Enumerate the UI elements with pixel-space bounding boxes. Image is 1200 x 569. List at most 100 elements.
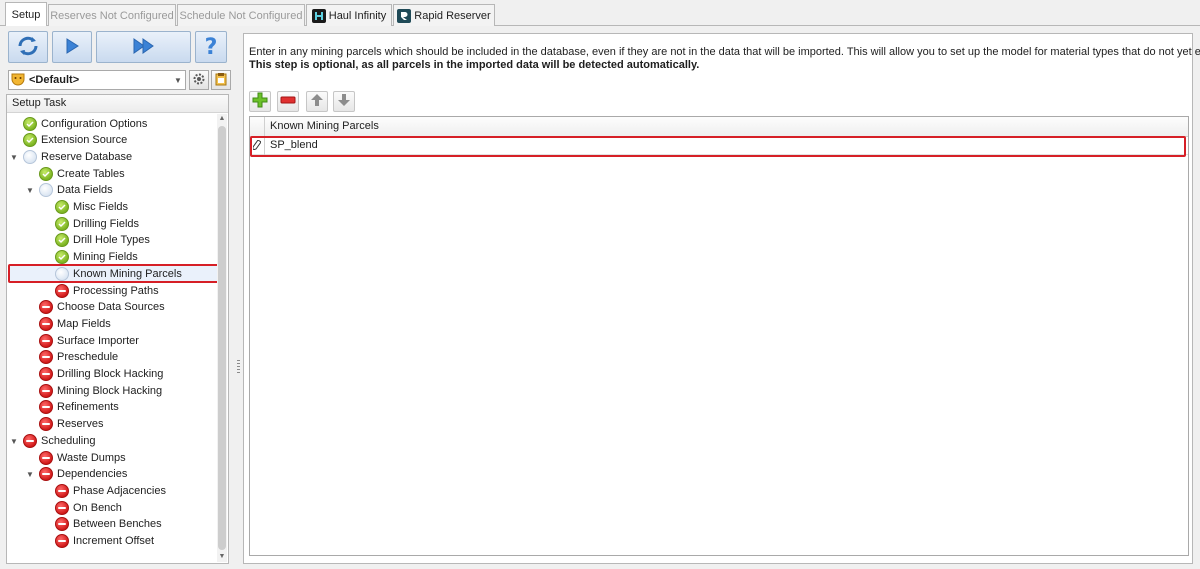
tree-item[interactable]: Surface Importer bbox=[39, 332, 139, 349]
tree-item-label: Increment Offset bbox=[73, 535, 155, 547]
expand-toggle-icon[interactable]: ▼ bbox=[25, 470, 35, 480]
run-all-button[interactable] bbox=[96, 31, 191, 63]
expand-toggle-icon[interactable]: ▼ bbox=[9, 436, 19, 446]
gear-icon bbox=[192, 72, 206, 89]
tree-item[interactable]: Misc Fields bbox=[55, 199, 128, 216]
tree-item[interactable]: Refinements bbox=[39, 399, 119, 416]
blocked-icon bbox=[55, 283, 69, 298]
chevron-down-icon[interactable]: ▼ bbox=[171, 71, 185, 89]
tree-item[interactable]: Processing Paths bbox=[55, 282, 159, 299]
mask-icon bbox=[11, 72, 25, 89]
tree-item-label: Extension Source bbox=[41, 134, 128, 147]
remove-icon bbox=[280, 92, 296, 111]
tree-item[interactable]: Phase Adjacencies bbox=[55, 482, 166, 499]
rapid-reserver-icon bbox=[397, 8, 412, 23]
add-icon bbox=[252, 92, 268, 111]
profile-settings-button[interactable] bbox=[189, 70, 209, 90]
tree-scrollbar[interactable]: ▲ ▼ bbox=[217, 114, 227, 562]
row-highlight bbox=[250, 136, 1186, 157]
blocked-icon bbox=[55, 517, 69, 532]
tree-item[interactable]: Drilling Fields bbox=[55, 215, 139, 232]
tree-item[interactable]: Drill Hole Types bbox=[55, 232, 150, 249]
tab-haul-infinity[interactable]: Haul Infinity bbox=[306, 4, 392, 26]
tab-rapid-reserver[interactable]: Rapid Reserver bbox=[393, 4, 495, 26]
tree-item[interactable]: Map Fields bbox=[39, 315, 111, 332]
tree-item-label: Scheduling bbox=[41, 434, 96, 447]
tree-item[interactable]: Preschedule bbox=[39, 349, 118, 366]
run-button[interactable] bbox=[52, 31, 92, 63]
tree-item[interactable]: Scheduling bbox=[23, 432, 95, 449]
play-icon bbox=[62, 36, 82, 59]
refresh-button[interactable] bbox=[8, 31, 48, 63]
tab-schedule: Schedule Not Configured bbox=[177, 4, 305, 26]
tree-item[interactable]: Data Fields bbox=[39, 182, 113, 199]
tree-item[interactable]: Configuration Options bbox=[23, 115, 147, 132]
blocked-icon bbox=[39, 400, 53, 415]
tree-item-label: On Bench bbox=[73, 501, 122, 514]
tree-item-label: Data Fields bbox=[57, 184, 113, 197]
tree-item[interactable]: Mining Fields bbox=[55, 249, 138, 266]
svg-text:?: ? bbox=[205, 35, 218, 58]
tree-item[interactable]: Choose Data Sources bbox=[39, 299, 165, 316]
tree-item[interactable]: Waste Dumps bbox=[39, 449, 126, 466]
help-button[interactable]: ? bbox=[195, 31, 227, 63]
tree-item-label: Preschedule bbox=[57, 351, 119, 364]
tree-item[interactable]: Dependencies bbox=[39, 466, 127, 483]
check-icon bbox=[23, 133, 37, 148]
expand-toggle-icon[interactable]: ▼ bbox=[25, 186, 35, 196]
tab-setup[interactable]: Setup bbox=[5, 2, 47, 26]
column-header-known-mining-parcels[interactable]: Known Mining Parcels bbox=[270, 120, 379, 132]
fast-forward-icon bbox=[131, 36, 157, 59]
tree-item[interactable]: Increment Offset bbox=[55, 533, 154, 550]
tree-item[interactable]: Mining Block Hacking bbox=[39, 382, 162, 399]
tree-item-label: Configuration Options bbox=[41, 117, 148, 130]
scroll-down-icon[interactable]: ▼ bbox=[217, 552, 227, 562]
tree-item[interactable]: Reserves bbox=[39, 416, 103, 433]
tree-item[interactable]: Known Mining Parcels bbox=[55, 265, 182, 282]
row-indicator-header bbox=[250, 117, 265, 137]
move-up-icon bbox=[310, 93, 324, 110]
tree-item-label: Reserve Database bbox=[41, 150, 133, 163]
tab-label: Schedule Not Configured bbox=[179, 9, 303, 22]
check-icon bbox=[39, 166, 53, 181]
move-up-button[interactable] bbox=[306, 91, 328, 112]
clipboard-icon bbox=[214, 72, 228, 89]
tree-item-label: Choose Data Sources bbox=[57, 301, 165, 314]
move-down-button[interactable] bbox=[333, 91, 355, 112]
pending-icon bbox=[23, 149, 37, 164]
profile-value: <Default> bbox=[29, 74, 80, 86]
tab-label: Haul Infinity bbox=[328, 9, 387, 22]
splitter-handle[interactable] bbox=[237, 360, 240, 374]
known-mining-parcels-panel: Enter in any mining parcels which should… bbox=[243, 33, 1200, 564]
tree-item-label: Surface Importer bbox=[57, 334, 139, 347]
tree-item[interactable]: Drilling Block Hacking bbox=[39, 366, 163, 383]
profile-select[interactable]: <Default> ▼ bbox=[8, 70, 186, 90]
tree-item-label: Drilling Fields bbox=[73, 217, 140, 230]
blocked-icon bbox=[39, 367, 53, 381]
blocked-icon bbox=[39, 450, 53, 465]
tree-item-label: Create Tables bbox=[57, 167, 125, 180]
step-description: Enter in any mining parcels which should… bbox=[249, 46, 1200, 58]
tree-item-label: Reserves bbox=[57, 418, 104, 431]
tree-item-label: Waste Dumps bbox=[57, 451, 126, 464]
parcels-grid[interactable]: Known Mining Parcels SP_blend bbox=[249, 116, 1189, 556]
tree-item-label: Drill Hole Types bbox=[73, 234, 150, 247]
tree-item[interactable]: On Bench bbox=[55, 499, 122, 516]
tree-item[interactable]: Reserve Database bbox=[23, 148, 132, 165]
remove-parcel-button[interactable] bbox=[277, 91, 299, 112]
step-note: This step is optional, as all parcels in… bbox=[249, 59, 700, 71]
profile-save-button[interactable] bbox=[211, 70, 231, 90]
blocked-icon bbox=[55, 483, 69, 498]
tab-label: Rapid Reserver bbox=[414, 9, 491, 22]
tree-item[interactable]: Create Tables bbox=[39, 165, 125, 182]
tree-header: Setup Task bbox=[7, 95, 228, 113]
expand-toggle-icon[interactable]: ▼ bbox=[9, 152, 19, 162]
tree-item[interactable]: Extension Source bbox=[23, 132, 127, 149]
scroll-up-icon[interactable]: ▲ bbox=[217, 114, 227, 124]
blocked-icon bbox=[39, 417, 53, 432]
tree-item-label: Map Fields bbox=[57, 317, 111, 330]
add-parcel-button[interactable] bbox=[249, 91, 271, 112]
scroll-thumb[interactable] bbox=[218, 126, 226, 550]
setup-task-tree[interactable]: Setup Task Configuration Options Extensio… bbox=[6, 94, 229, 564]
tree-item[interactable]: Between Benches bbox=[55, 516, 162, 533]
